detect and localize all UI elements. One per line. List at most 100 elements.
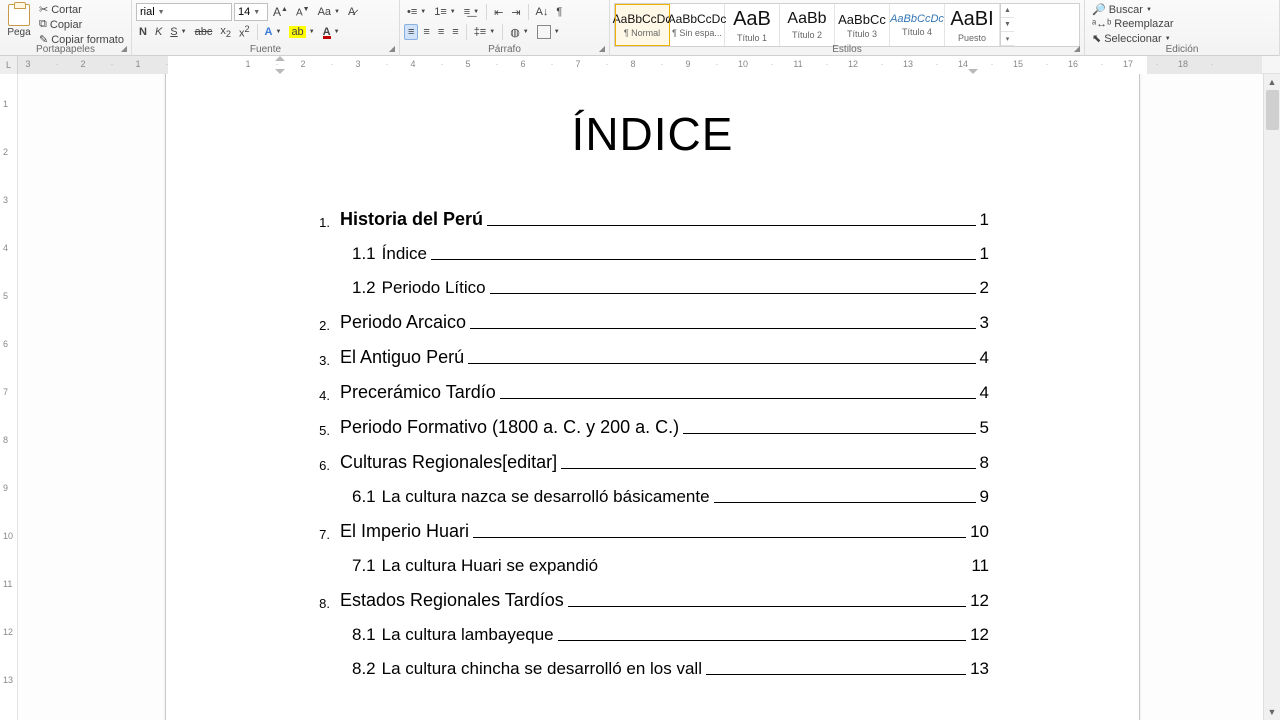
align-right-button[interactable]: ≡ <box>435 25 447 39</box>
shrink-font-button[interactable]: A▼ <box>293 5 313 19</box>
style-item-3[interactable]: AaBbTítulo 2 <box>780 4 835 46</box>
toc-entry: 2.Periodo Arcaico3 <box>316 312 989 333</box>
increase-indent-button[interactable]: ⇥ <box>508 5 523 20</box>
align-left-button[interactable]: ≡ <box>404 24 418 40</box>
toc-leader <box>473 537 966 538</box>
decrease-indent-button[interactable]: ⇤ <box>491 5 506 20</box>
strike-button[interactable]: abc <box>192 25 216 39</box>
toc-number: 3. <box>316 353 330 368</box>
align-center-icon: ≡ <box>423 26 429 38</box>
font-family-combo[interactable]: rial▼ <box>136 3 232 21</box>
ruler-tick: 13 <box>903 59 913 69</box>
page[interactable]: ÍNDICE 1.Historia del Perú11.1Índice11.2… <box>165 74 1140 720</box>
scroll-up-icon[interactable]: ▲ <box>1264 74 1280 90</box>
toc-page: 11 <box>971 556 989 576</box>
chevron-down-icon: ▼ <box>473 9 479 15</box>
ruler-tick: 4 <box>410 59 415 69</box>
style-item-5[interactable]: AaBbCcDcTítulo 4 <box>890 4 945 46</box>
toc-leader <box>558 640 966 641</box>
toc-number: 8.2 <box>352 659 376 679</box>
dialog-launcher-icon[interactable]: ◢ <box>1072 44 1082 54</box>
change-case-button[interactable]: Aa▼ <box>315 5 343 19</box>
font-color-button[interactable]: A▼ <box>320 25 343 40</box>
find-label: Buscar <box>1109 4 1143 16</box>
chevron-down-icon: ▼ <box>309 29 315 35</box>
replace-button[interactable]: ᵃ↔ᵇReemplazar <box>1089 17 1275 31</box>
dialog-launcher-icon[interactable]: ◢ <box>119 44 129 54</box>
copy-button[interactable]: ⧉Copiar <box>36 17 127 32</box>
style-item-0[interactable]: AaBbCcDc¶ Normal <box>615 4 670 46</box>
ruler-minor-tick: · <box>496 59 499 69</box>
sort-button[interactable]: A↓ <box>533 5 552 19</box>
scrollbar-vertical[interactable]: ▲ ▼ <box>1263 74 1280 720</box>
bullets-button[interactable]: •≡▼ <box>404 5 429 19</box>
ruler-minor-tick: · <box>606 59 609 69</box>
ruler-tick: 15 <box>1013 59 1023 69</box>
ruler-tick: 17 <box>1123 59 1133 69</box>
ruler-tick: 11 <box>793 59 802 69</box>
italic-button[interactable]: K <box>152 25 165 39</box>
grow-font-button[interactable]: A▲ <box>270 4 291 20</box>
superscript-button[interactable]: x2 <box>236 23 253 41</box>
multilevel-button[interactable]: ≡͟▼ <box>461 5 482 19</box>
style-item-6[interactable]: AaBIPuesto <box>945 4 1000 46</box>
toc-text: Periodo Formativo (1800 a. C. y 200 a. C… <box>340 417 679 438</box>
chevron-down-icon: ▼ <box>554 29 560 35</box>
vruler-tick: 1 <box>3 99 8 109</box>
ruler-horizontal[interactable]: L 3·2·1·1·2·3·4·5·6·7·8·9·10·11·12·13·14… <box>0 56 1280 74</box>
find-button[interactable]: 🔎Buscar▼ <box>1089 2 1275 17</box>
ruler-minor-tick: · <box>441 59 444 69</box>
vruler-tick: 6 <box>3 339 8 349</box>
ruler-left-margin <box>18 56 168 74</box>
line-spacing-button[interactable]: ‡≡▼ <box>471 25 499 39</box>
gallery-more-button[interactable]: ▲▼▾ <box>1000 4 1014 46</box>
style-item-1[interactable]: AaBbCcDc¶ Sin espa... <box>670 4 725 46</box>
style-item-2[interactable]: AaBTítulo 1 <box>725 4 780 46</box>
style-preview: AaBbCcDc <box>668 12 727 26</box>
dialog-launcher-icon[interactable]: ◢ <box>597 44 607 54</box>
ruler-vertical[interactable]: 12345678910111213 <box>0 74 18 720</box>
scroll-thumb[interactable] <box>1266 90 1279 130</box>
align-center-button[interactable]: ≡ <box>420 25 432 39</box>
highlight-button[interactable]: ab▼ <box>286 25 317 39</box>
numbering-button[interactable]: 1≡▼ <box>431 5 459 19</box>
toc-text: Precerámico Tardío <box>340 382 496 403</box>
toc-page: 13 <box>970 659 989 679</box>
toc-number: 1.2 <box>352 278 376 298</box>
ruler-minor-tick: · <box>551 59 554 69</box>
italic-icon: K <box>155 26 162 38</box>
group-label-styles: Estilos <box>610 44 1084 55</box>
binoculars-icon: 🔎 <box>1092 3 1106 16</box>
outdent-icon: ⇤ <box>494 6 503 19</box>
subscript-button[interactable]: x2 <box>217 24 234 40</box>
sort-icon: A↓ <box>536 6 549 18</box>
shading-button[interactable]: ◍▼ <box>507 25 532 40</box>
toc-entry: 6.Culturas Regionales[editar]8 <box>316 452 989 473</box>
bullets-icon: •≡ <box>407 6 417 18</box>
group-editing: 🔎Buscar▼ ᵃ↔ᵇReemplazar ⬉Seleccionar▼ Edi… <box>1085 0 1280 56</box>
font-size-combo[interactable]: 14▼ <box>234 3 268 21</box>
text-effects-button[interactable]: A▼ <box>262 25 285 39</box>
paste-button[interactable]: Pega <box>4 2 34 44</box>
clear-format-button[interactable]: A̷ <box>345 5 358 19</box>
underline-button[interactable]: S▼ <box>167 25 189 39</box>
shrink-font-icon: A▼ <box>296 6 310 18</box>
borders-button[interactable]: ▼ <box>534 24 563 40</box>
dialog-launcher-icon[interactable]: ◢ <box>387 44 397 54</box>
ruler-tick: 2 <box>80 59 85 69</box>
vruler-tick: 3 <box>3 195 8 205</box>
vruler-tick: 13 <box>3 675 13 685</box>
scroll-down-icon[interactable]: ▼ <box>1264 704 1280 720</box>
group-clipboard: Pega ✂Cortar ⧉Copiar ✎Copiar formato Por… <box>0 0 132 56</box>
bold-button[interactable]: N <box>136 25 150 39</box>
ruler-tick: 12 <box>848 59 858 69</box>
cut-button[interactable]: ✂Cortar <box>36 2 127 17</box>
justify-button[interactable]: ≡ <box>449 25 461 39</box>
ruler-tick: 16 <box>1068 59 1078 69</box>
show-marks-button[interactable]: ¶ <box>553 5 565 19</box>
toc-number: 8.1 <box>352 625 376 645</box>
style-item-4[interactable]: AaBbCcTítulo 3 <box>835 4 890 46</box>
ruler-minor-tick: · <box>661 59 664 69</box>
grow-font-icon: A▲ <box>273 5 288 19</box>
toc-page: 2 <box>980 278 989 298</box>
